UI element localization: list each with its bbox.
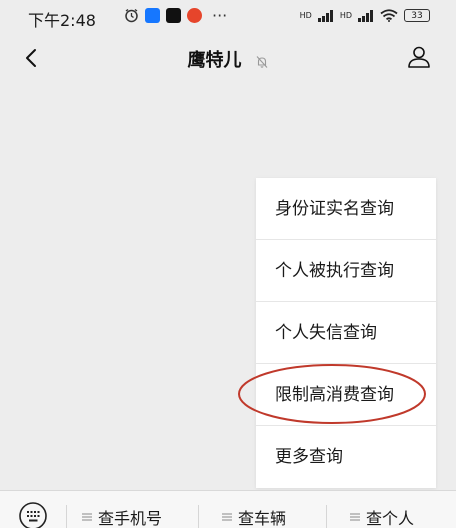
keyboard-icon[interactable] — [18, 501, 48, 528]
bottom-item-person[interactable]: 查个人 — [350, 505, 414, 528]
menu-lines-icon — [350, 513, 360, 521]
menu-item-consumption-limit[interactable]: 限制高消费查询 — [256, 364, 436, 426]
bottom-item-phone[interactable]: 查手机号 — [82, 505, 162, 528]
bottom-divider-2 — [198, 505, 199, 528]
tiktok-app-icon — [166, 8, 181, 23]
status-bar: 下午2:48 ··· HD HD 33 — [0, 0, 456, 36]
chat-title: 鹰特儿 — [187, 50, 242, 71]
bottom-item-vehicle-label: 查车辆 — [238, 509, 287, 528]
chat-title-wrap: 鹰特儿 — [0, 46, 456, 72]
bottom-item-person-label: 查个人 — [366, 509, 415, 528]
status-notification-icons: ··· — [124, 6, 228, 25]
bottom-divider-1 — [66, 505, 67, 528]
menu-lines-icon — [82, 513, 92, 521]
bottom-item-phone-label: 查手机号 — [98, 509, 163, 528]
battery-indicator: 33 — [404, 9, 430, 22]
signal-icon-2 — [358, 9, 373, 22]
chat-header: 鹰特儿 — [0, 36, 456, 82]
alarm-icon — [125, 8, 138, 23]
menu-item-enforcement[interactable]: 个人被执行查询 — [256, 240, 436, 302]
service-popup-menu: 身份证实名查询 个人被执行查询 个人失信查询 限制高消费查询 更多查询 — [256, 178, 436, 488]
weibo-app-icon — [187, 8, 202, 23]
status-time: 下午2:48 — [28, 11, 96, 30]
signal-icon-1 — [317, 9, 333, 22]
menu-item-id-verify[interactable]: 身份证实名查询 — [256, 178, 436, 240]
status-system-icons: HD HD 33 — [300, 9, 430, 22]
phone-screen: 下午2:48 ··· HD HD 33 鹰特儿 身份证实名查询 个人被执行查询 … — [0, 0, 456, 528]
wifi-icon — [380, 9, 398, 22]
hd-label-1: HD — [299, 10, 312, 20]
bottom-divider-3 — [326, 505, 327, 528]
more-notifications-icon: ··· — [212, 6, 228, 25]
bottom-menu-bar: 查手机号 查车辆 查个人 — [0, 490, 456, 528]
profile-icon[interactable] — [406, 44, 432, 70]
bottom-item-vehicle[interactable]: 查车辆 — [222, 505, 286, 528]
mute-bell-icon — [256, 55, 267, 68]
menu-item-dishonest[interactable]: 个人失信查询 — [256, 302, 436, 364]
menu-item-more[interactable]: 更多查询 — [256, 426, 436, 488]
hd-label-2: HD — [339, 10, 352, 20]
alipay-app-icon — [145, 8, 160, 23]
menu-lines-icon — [222, 513, 232, 521]
